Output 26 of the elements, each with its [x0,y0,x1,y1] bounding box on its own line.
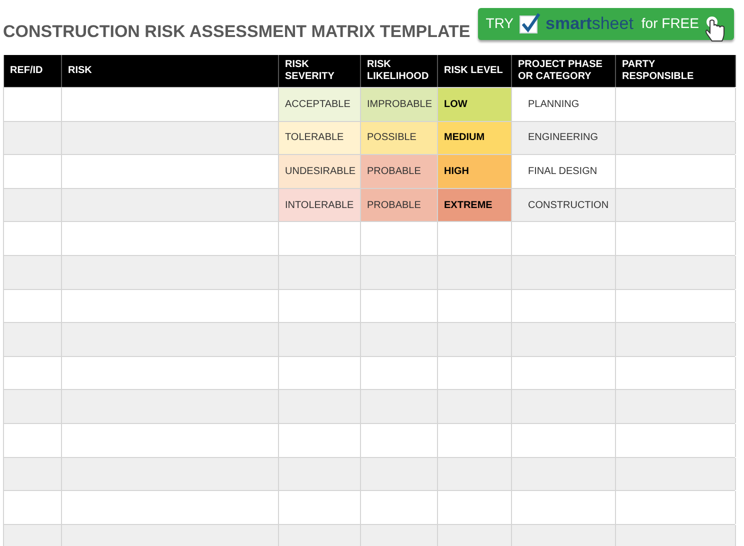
column-header: PARTY RESPONSIBLE [622,59,695,83]
brand-name: smartsheet [546,12,634,35]
column-header: RISK LIKELIHOOD [367,59,430,83]
table-cell: POSSIBLE [361,122,438,154]
table-cell: HIGH [438,155,512,188]
column-header: PROJECT PHASE OR CATEGORY [518,59,604,83]
column-header: RISK LEVEL [444,65,503,77]
table-cell: LOW [438,88,512,121]
column-header: RISK [68,65,92,77]
table-cell: ENGINEERING [512,122,616,154]
table-cell: INTOLERABLE [279,188,361,222]
table-cell: EXTREME [438,188,512,222]
column-header: REF/ID [10,65,43,77]
page-title: CONSTRUCTION RISK ASSESSMENT MATRIX TEMPLATE [3,20,470,43]
table-cell: TOLERABLE [279,122,361,154]
table-cell: PROBABLE [361,188,438,222]
try-smartsheet-button[interactable]: TRY smartsheet for FREE [478,8,734,40]
table-cell: MEDIUM [438,122,512,154]
column-header: RISK SEVERITY [285,59,336,83]
table-cell: PROBABLE [361,155,438,188]
offer-label: for FREE [641,14,699,33]
try-label: TRY [486,14,514,33]
table-cell: CONSTRUCTION [512,188,616,222]
table-cell: IMPROBABLE [361,88,438,121]
table-cell: UNDESIRABLE [279,155,361,188]
table-cell: ACCEPTABLE [279,88,361,121]
